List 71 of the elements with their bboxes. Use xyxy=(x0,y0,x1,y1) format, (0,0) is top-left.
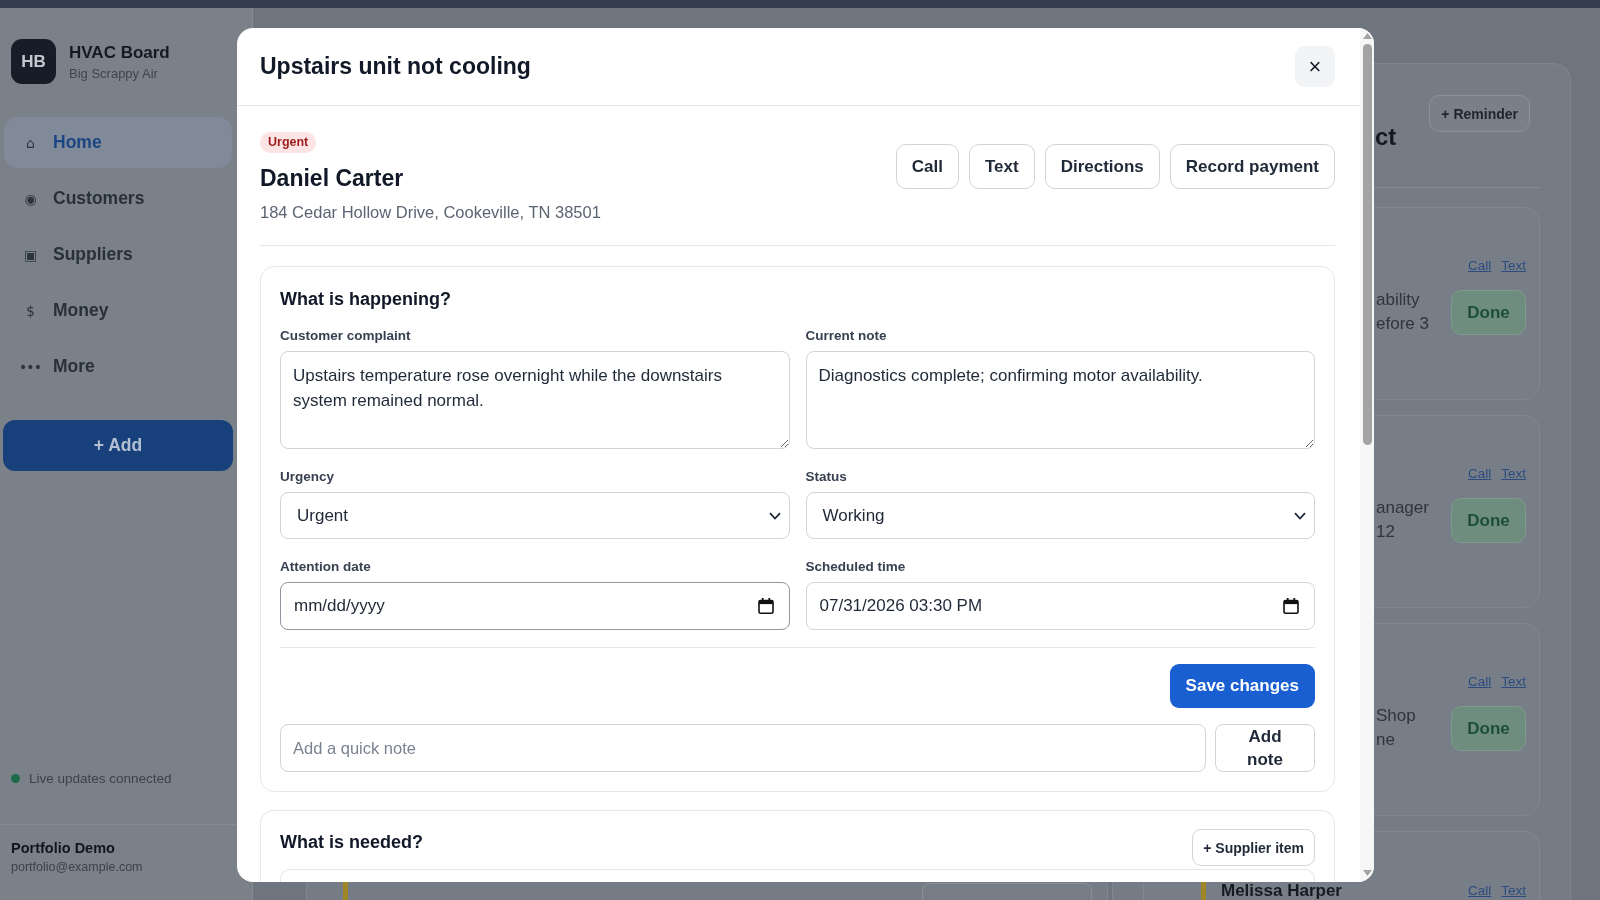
done-button[interactable]: Done xyxy=(1451,290,1526,335)
date-field[interactable]: 07/31/2026 03:30 PM xyxy=(805,582,1315,630)
nav-item[interactable]: $ Money xyxy=(4,285,232,336)
reminder-text: Shop xyxy=(1376,705,1417,727)
customer-name: Daniel Carter xyxy=(260,164,405,193)
contact-link[interactable]: Text xyxy=(1501,258,1526,274)
contact-link[interactable]: Text xyxy=(1501,883,1526,899)
quick-note-field[interactable]: Add a quick note xyxy=(280,724,1206,772)
contact-link[interactable]: Call xyxy=(1467,674,1492,690)
text-area[interactable]: Upstairs temperature rose overnight while the downstairs system remained normal. xyxy=(280,351,790,449)
contact-link[interactable]: Call xyxy=(1467,466,1492,482)
nav-item[interactable]: ••• More xyxy=(4,341,232,392)
done-button[interactable]: Done xyxy=(1451,498,1526,543)
field-label: Customer complaint xyxy=(280,327,412,344)
section-title: What is happening? xyxy=(280,288,452,311)
reminder-text: anager xyxy=(1376,497,1430,519)
action-button[interactable]: Directions xyxy=(1044,144,1160,189)
reminder-text: ne xyxy=(1376,729,1396,751)
contact-link[interactable]: Text xyxy=(1501,674,1526,690)
panel-heading: ct xyxy=(1375,122,1397,152)
add-button[interactable]: + Add xyxy=(3,420,233,471)
reminder-text: ability xyxy=(1376,289,1421,311)
ellipsis-icon: ••• xyxy=(19,358,41,375)
user-email: portfolio@example.com xyxy=(11,859,144,876)
modal-title: Upstairs unit not cooling xyxy=(260,53,531,80)
app-name: HVAC Board xyxy=(69,41,170,63)
action-button[interactable]: Text xyxy=(968,144,1035,189)
calendar-icon[interactable] xyxy=(757,598,774,614)
section-title: What is needed? xyxy=(280,831,423,854)
done-button[interactable]: Done xyxy=(1451,706,1526,751)
scroll-up-icon[interactable] xyxy=(1362,33,1372,39)
nav-item[interactable]: ⌂ Home xyxy=(4,117,232,168)
contact-link[interactable]: Call xyxy=(1467,258,1492,274)
field-label: Scheduled time xyxy=(805,558,907,575)
nav-item[interactable]: ▣ Suppliers xyxy=(4,229,232,280)
reminder-button[interactable]: + Reminder xyxy=(1429,95,1530,132)
nav-item[interactable]: ◉ Customers xyxy=(4,173,232,224)
scrollbar-thumb[interactable] xyxy=(1362,44,1372,445)
text-area[interactable]: Diagnostics complete; confirming motor availability. xyxy=(805,351,1315,449)
status-text: Live updates connected xyxy=(29,770,172,786)
supplier-item-button[interactable]: + Supplier item xyxy=(1192,829,1315,866)
date-field[interactable]: mm/dd/yyyy xyxy=(280,582,790,630)
dollar-icon: $ xyxy=(19,302,41,319)
save-button[interactable]: Save changes xyxy=(1169,664,1315,708)
add-note-button[interactable]: Add note xyxy=(1215,724,1315,772)
field-label: Current note xyxy=(805,327,888,344)
reminder-text: efore 3 xyxy=(1376,313,1430,335)
house-icon: ⌂ xyxy=(19,134,41,151)
calendar-icon[interactable] xyxy=(1283,598,1299,614)
user-name: Portfolio Demo xyxy=(11,839,116,858)
field-label: Attention date xyxy=(280,558,372,575)
close-button[interactable]: × xyxy=(1295,46,1335,87)
urgency-badge: Urgent xyxy=(260,132,317,153)
scroll-down-icon[interactable] xyxy=(1362,870,1372,876)
app-logo: HB xyxy=(11,39,56,84)
fisheye-icon: ◉ xyxy=(19,190,41,207)
company-name: Big Scrappy Air xyxy=(69,64,159,82)
select-field[interactable]: Working xyxy=(805,492,1315,539)
contact-link[interactable]: Call xyxy=(1467,883,1492,899)
contact-link[interactable]: Text xyxy=(1501,466,1526,482)
square-icon: ▣ xyxy=(19,246,41,263)
customer-name: Melissa Harper xyxy=(1221,882,1342,900)
action-button[interactable]: Call xyxy=(895,144,959,189)
reminder-text: 12 xyxy=(1376,521,1396,543)
field-label: Status xyxy=(805,468,848,485)
select-field[interactable]: Urgent xyxy=(280,492,790,539)
chevron-down-icon xyxy=(1294,511,1306,520)
customer-address: 184 Cedar Hollow Drive, Cookeville, TN 38501 xyxy=(260,202,601,223)
field-label: Urgency xyxy=(280,468,336,485)
chevron-down-icon xyxy=(768,511,781,520)
action-button[interactable]: Record payment xyxy=(1169,144,1335,189)
